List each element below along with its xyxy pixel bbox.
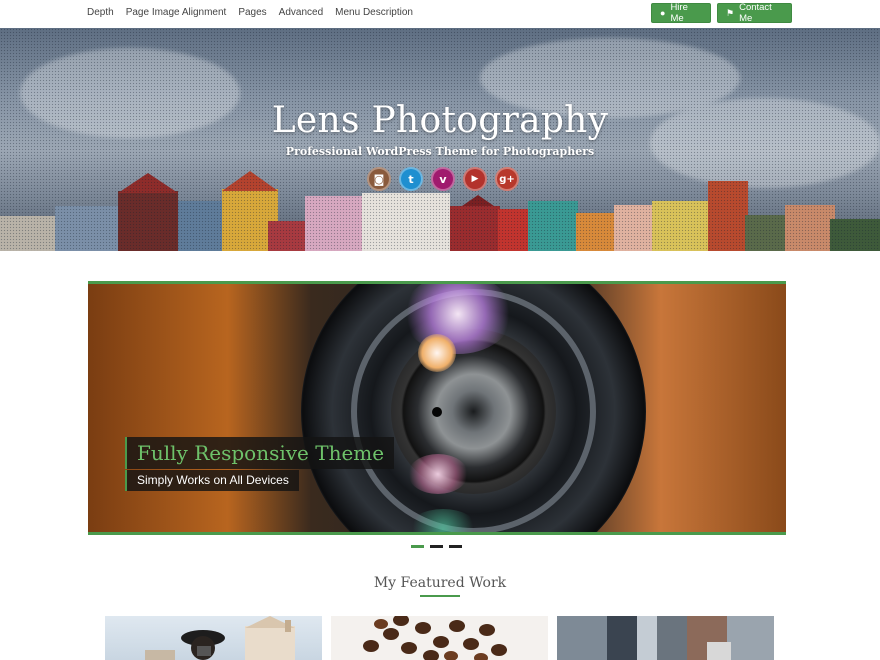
flag-icon: ⚑	[726, 7, 735, 18]
menu-item-page-image-alignment[interactable]: Page Image Alignment	[126, 7, 227, 18]
lens-center	[432, 407, 442, 417]
slide-caption-subtitle: Simply Works on All Devices	[125, 470, 299, 491]
lens-flare	[418, 334, 456, 372]
slide-caption: Fully Responsive Theme Simply Works on A…	[125, 437, 395, 491]
photographer-image	[145, 616, 295, 660]
site-title[interactable]: Lens Photography	[0, 100, 880, 141]
menu-item-depth[interactable]: Depth	[87, 7, 114, 18]
lens-flare	[408, 454, 468, 494]
slide-caption-title: Fully Responsive Theme	[125, 437, 395, 469]
portfolio-thumbnail[interactable]	[105, 616, 322, 660]
portfolio-thumbnail[interactable]	[331, 616, 548, 660]
slider-pagination	[411, 545, 462, 548]
featured-slider[interactable]: Fully Responsive Theme Simply Works on A…	[88, 281, 786, 535]
hire-me-label: Hire Me	[670, 2, 688, 24]
vimeo-icon[interactable]: v	[431, 167, 455, 191]
heading-underline	[420, 595, 460, 597]
city-street-image	[557, 616, 774, 660]
instagram-icon[interactable]: ◙	[367, 167, 391, 191]
menu-item-advanced[interactable]: Advanced	[279, 7, 323, 18]
twitter-icon[interactable]: t	[399, 167, 423, 191]
coffee-beans-image	[363, 616, 507, 660]
google-plus-icon[interactable]: g+	[495, 167, 519, 191]
social-links: ◙ t v ▶ g+	[367, 167, 519, 191]
menu-item-menu-description[interactable]: Menu Description	[335, 7, 413, 18]
hero-header: Lens Photography Professional WordPress …	[0, 28, 880, 251]
slider-bullet[interactable]	[449, 545, 462, 548]
featured-work-heading: My Featured Work	[373, 575, 507, 591]
slider-bullet[interactable]	[411, 545, 424, 548]
site-tagline: Professional WordPress Theme for Photogr…	[285, 145, 595, 158]
contact-me-label: Contact Me	[739, 2, 772, 24]
hire-me-button[interactable]: ● Hire Me	[651, 2, 711, 24]
primary-menu: Depth Page Image Alignment Pages Advance…	[87, 7, 425, 18]
top-navigation: Depth Page Image Alignment Pages Advance…	[0, 0, 880, 28]
slider-bullet[interactable]	[430, 545, 443, 548]
contact-me-button[interactable]: ⚑ Contact Me	[717, 2, 792, 24]
portfolio-thumbnail[interactable]	[557, 616, 774, 660]
menu-item-pages[interactable]: Pages	[238, 7, 266, 18]
user-icon: ●	[660, 8, 666, 18]
youtube-icon[interactable]: ▶	[463, 167, 487, 191]
